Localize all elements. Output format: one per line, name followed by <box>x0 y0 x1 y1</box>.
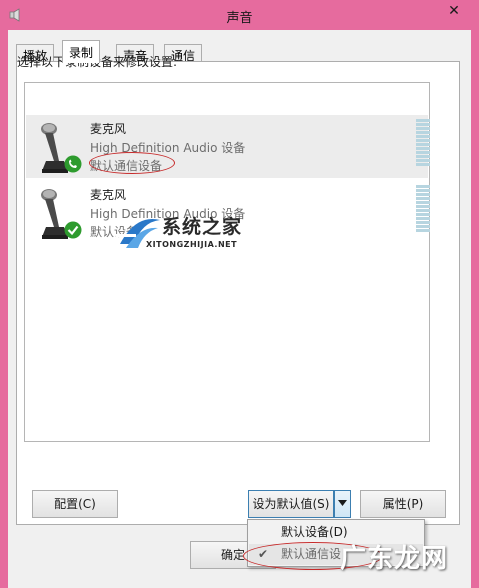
ok-button-label: 确定 <box>221 548 246 562</box>
corner-watermark: 广东龙网 <box>340 544 449 574</box>
tab-recording[interactable]: 录制 <box>62 40 101 63</box>
check-badge-icon <box>64 221 82 239</box>
tab-strip: 播放 录制 声音 通信 <box>16 40 456 63</box>
level-meter <box>416 119 430 169</box>
site-watermark: 系统之家 XITONGZHIJIA.NET <box>94 210 274 260</box>
recording-device-list[interactable]: 麦克风 High Definition Audio 设备 默认通信设备 麦克风 … <box>24 82 430 442</box>
configure-button[interactable]: 配置(C) <box>32 490 118 518</box>
window-title: 声音 <box>226 11 253 26</box>
highlight-oval <box>89 152 175 174</box>
phone-badge-icon <box>64 155 82 173</box>
device-name: 麦克风 <box>90 122 127 136</box>
title-bar: 声音 ✕ <box>0 0 479 30</box>
level-meter <box>416 185 430 235</box>
watermark-text: 系统之家 <box>162 216 243 238</box>
watermark-url: XITONGZHIJIA.NET <box>146 240 238 249</box>
device-name: 麦克风 <box>90 188 127 202</box>
chevron-down-icon <box>338 500 347 506</box>
set-default-dropdown-button[interactable] <box>334 490 351 518</box>
device-row[interactable]: 麦克风 High Definition Audio 设备 默认通信设备 <box>26 115 430 178</box>
close-button[interactable]: ✕ <box>436 1 472 21</box>
set-default-button[interactable]: 设为默认值(S) <box>248 490 334 518</box>
properties-button[interactable]: 属性(P) <box>360 490 446 518</box>
